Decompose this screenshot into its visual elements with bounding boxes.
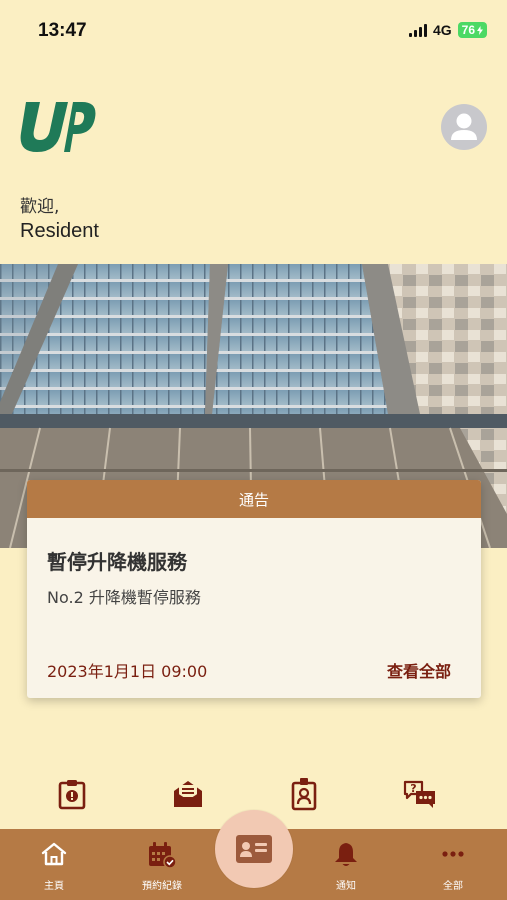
center-id-card-button[interactable] (215, 810, 293, 888)
username: Resident (20, 220, 99, 242)
tab-all[interactable]: 全部 (403, 829, 503, 900)
id-card-icon (236, 835, 272, 863)
svg-text:?: ? (410, 782, 416, 795)
home-icon (41, 842, 67, 866)
bell-icon (335, 843, 357, 866)
view-all-link[interactable]: 查看全部 (387, 658, 451, 682)
notice-header: 通告 (27, 480, 481, 518)
tab-home-label: 主頁 (44, 881, 64, 892)
notice-body: No.2 升降機暫停服務 (47, 588, 201, 607)
calendar-check-icon (149, 842, 177, 869)
user-icon (451, 113, 477, 140)
tab-all-label: 全部 (443, 881, 463, 892)
notice-date: 2023年1月1日 09:00 (47, 662, 208, 681)
status-bar: 13:47 4G 76 (0, 0, 507, 60)
tab-notifications[interactable]: 通知 (296, 829, 396, 900)
chat-question-icon: ? (403, 780, 435, 808)
tab-home[interactable]: 主頁 (4, 829, 104, 900)
mail-open-icon (174, 781, 202, 807)
up-logo (20, 102, 96, 152)
charging-icon (477, 25, 483, 35)
more-icon (442, 851, 464, 857)
badge-icon (291, 778, 317, 811)
status-indicators: 4G 76 (408, 22, 487, 38)
notice-title: 暫停升降機服務 (47, 550, 187, 574)
clipboard-alert-icon (58, 780, 86, 810)
quick-action-mail[interactable] (168, 776, 208, 812)
signal-icon (408, 23, 427, 37)
battery-level: 76 (461, 23, 475, 37)
quick-action-report[interactable] (52, 776, 92, 812)
greeting-text: 歡迎, (20, 197, 60, 217)
status-time: 13:47 (38, 20, 87, 41)
tab-booking-records[interactable]: 預約紀錄 (112, 829, 212, 900)
battery-indicator: 76 (457, 22, 487, 38)
network-type: 4G (432, 22, 452, 38)
notice-card[interactable]: 通告 暫停升降機服務 No.2 升降機暫停服務 2023年1月1日 09:00 … (27, 480, 481, 698)
quick-action-badge[interactable] (284, 776, 324, 812)
avatar[interactable] (441, 104, 487, 150)
tab-booking-records-label: 預約紀錄 (142, 881, 182, 892)
tab-notifications-label: 通知 (336, 881, 356, 892)
quick-action-faq[interactable]: ? (400, 776, 440, 812)
